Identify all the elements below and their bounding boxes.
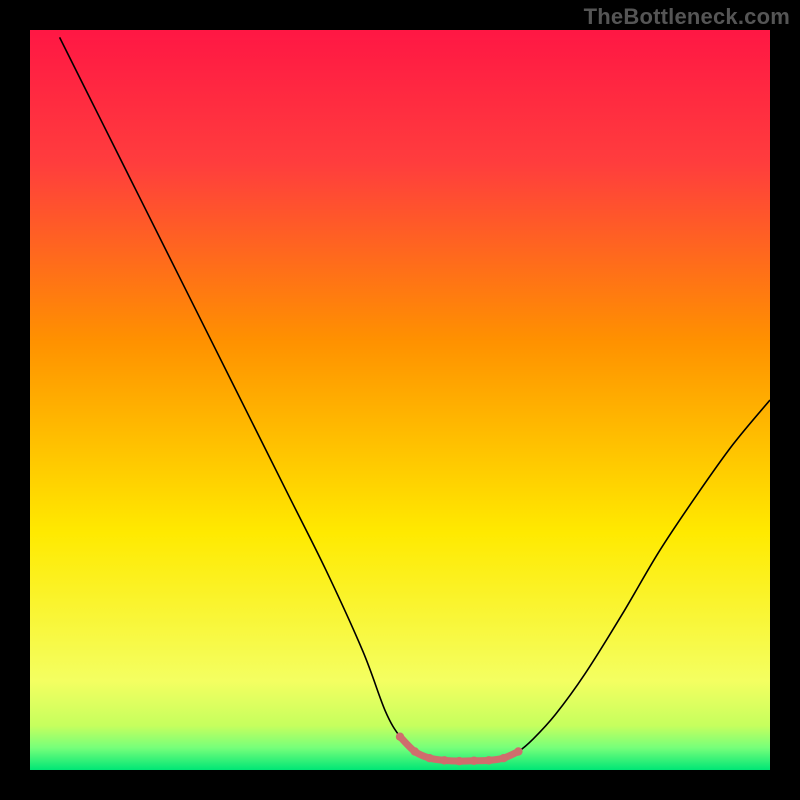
- gradient-background: [30, 30, 770, 770]
- optimal-dot: [396, 733, 404, 741]
- optimal-dot: [411, 747, 419, 755]
- optimal-dot: [499, 754, 507, 762]
- optimal-dot: [425, 754, 433, 762]
- optimal-dot: [485, 756, 493, 764]
- optimal-dot: [514, 747, 522, 755]
- optimal-dot: [440, 756, 448, 764]
- plot-svg: [30, 30, 770, 770]
- watermark-text: TheBottleneck.com: [584, 4, 790, 30]
- plot-area: [30, 30, 770, 770]
- chart-container: TheBottleneck.com: [0, 0, 800, 800]
- optimal-dot: [470, 757, 478, 765]
- optimal-dot: [455, 757, 463, 765]
